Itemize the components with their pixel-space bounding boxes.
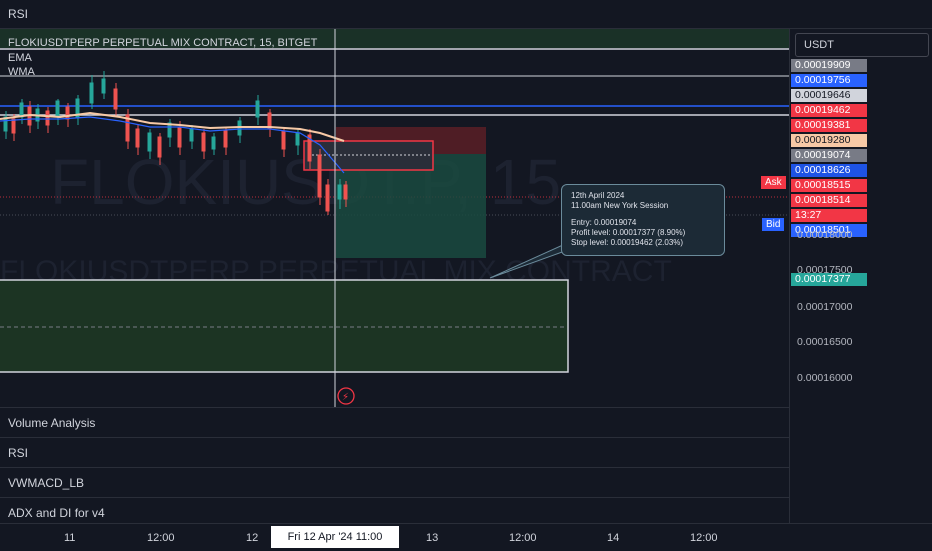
currency-label: USDT [804,39,834,51]
target-price-label: 0.00017377 [791,273,867,286]
scale-label: 0.00017000 [797,301,853,313]
price-label: 0.00019756 [791,74,867,87]
time-label: 12:00 [509,532,537,544]
currency-selector[interactable]: USDT [795,33,929,57]
pane-label: ADX and DI for v4 [8,506,105,520]
price-label: 0.00018515 [791,179,867,192]
top-pane-header[interactable]: RSI [0,0,932,29]
time-label: 12:00 [690,532,718,544]
price-label: 0.00019381 [791,119,867,132]
crosshair-time-label: Fri 12 Apr '24 11:00 [271,526,399,548]
tooltip-stop: Stop level: 0.00019462 (2.03%) [571,238,684,247]
ask-flag: Ask [761,176,786,189]
pane-rsi[interactable]: RSI [0,437,789,467]
time-label: 13 [426,532,439,544]
scale-label: 0.00016000 [797,372,853,384]
indicator-wma[interactable]: WMA [8,66,35,78]
price-label: 0.00019462 [791,104,867,117]
price-label: 0.00019280 [791,134,867,147]
time-label: 12:00 [147,532,175,544]
indicator-ema[interactable]: EMA [8,52,32,64]
scale-label: 0.00018000 [797,229,853,241]
price-label: 0.00018626 [791,164,867,177]
pane-label: RSI [8,446,29,460]
time-axis[interactable]: 11 12:00 12 13 12:00 14 12:00 Fri 12 Apr… [0,523,932,551]
price-label: 0.00019909 [791,59,867,72]
bid-flag: Bid [762,218,785,231]
pane-label: VWMACD_LB [8,476,85,490]
top-pane-label: RSI [8,7,29,21]
price-label: 13:27 [791,209,867,222]
tooltip-date: 12th April 2024 [571,191,625,200]
tooltip-profit: Profit level: 0.00017377 (8.90%) [571,228,686,237]
scale-label: 0.00016500 [797,336,853,348]
pane-label: Volume Analysis [8,416,96,430]
pane-volume-analysis[interactable]: Volume Analysis [0,407,789,437]
svg-text:⚡: ⚡ [342,392,349,403]
time-label: 11 [64,532,76,544]
price-label: 0.00019074 [791,149,867,162]
time-label: 12 [246,532,259,544]
price-label: 0.00019646 [791,89,867,102]
target-box[interactable] [0,279,569,373]
tooltip-entry: Entry: 0.00019074 [571,218,637,227]
pane-vwmacd[interactable]: VWMACD_LB [0,467,789,497]
trade-tooltip: 12th April 2024 11.00am New York Session… [561,184,725,256]
tooltip-session: 11.00am New York Session [571,201,669,210]
symbol-title[interactable]: FLOKIUSDTPERP PERPETUAL MIX CONTRACT, 15… [8,37,317,49]
time-label: 14 [607,532,620,544]
price-label: 0.00018514 [791,194,867,207]
